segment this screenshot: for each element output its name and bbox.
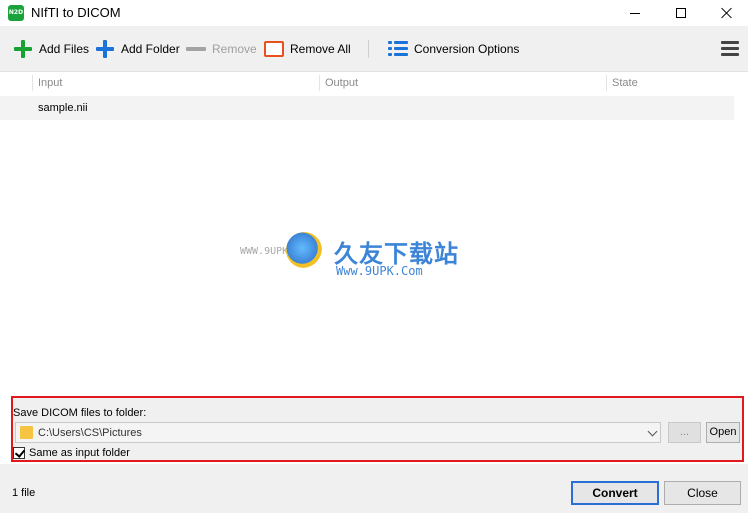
app-icon: N2D — [8, 5, 24, 21]
output-folder-panel: Save DICOM files to folder: C:\Users\CS\… — [11, 396, 744, 462]
add-files-button[interactable]: Add Files — [13, 39, 89, 59]
column-separator[interactable] — [32, 75, 33, 91]
remove-button[interactable]: Remove — [186, 39, 257, 59]
convert-button[interactable]: Convert — [571, 481, 659, 505]
output-folder-label: Save DICOM files to folder: — [13, 407, 147, 419]
close-window-button[interactable] — [704, 0, 748, 26]
clear-icon — [264, 41, 284, 57]
status-bar: 1 file Convert Close — [0, 464, 748, 513]
file-count: 1 file — [12, 487, 36, 499]
table-row[interactable]: sample.nii — [0, 96, 734, 120]
column-header-state[interactable]: State — [612, 77, 638, 89]
conversion-options-button[interactable]: Conversion Options — [388, 39, 519, 59]
menu-button[interactable] — [721, 41, 739, 57]
maximize-button[interactable] — [658, 0, 704, 26]
remove-all-label: Remove All — [290, 42, 351, 56]
same-as-input-checkbox[interactable] — [13, 447, 25, 459]
list-icon — [388, 41, 408, 57]
column-header-input[interactable]: Input — [38, 77, 62, 89]
plus-icon — [95, 39, 115, 59]
output-path-combo[interactable]: C:\Users\CS\Pictures — [15, 422, 661, 443]
minimize-icon — [630, 12, 640, 14]
close-icon — [721, 7, 733, 19]
open-folder-button[interactable]: Open — [706, 422, 740, 443]
add-files-label: Add Files — [39, 42, 90, 56]
close-button[interactable]: Close — [664, 481, 741, 505]
remove-all-button[interactable]: Remove All — [264, 39, 351, 59]
minimize-button[interactable] — [612, 0, 658, 26]
watermark-url: Www.9UPK.Com — [336, 264, 423, 278]
plus-icon — [13, 39, 33, 59]
conversion-options-label: Conversion Options — [414, 42, 520, 56]
same-as-input-label[interactable]: Same as input folder — [29, 447, 130, 459]
folder-icon — [20, 426, 33, 439]
toolbar: Add Files Add Folder Remove Remove All C… — [0, 26, 748, 72]
column-separator[interactable] — [319, 75, 320, 91]
maximize-icon — [676, 8, 686, 18]
title-bar: N2D NIfTI to DICOM — [0, 0, 748, 26]
add-folder-button[interactable]: Add Folder — [95, 39, 180, 59]
row-input: sample.nii — [38, 102, 88, 114]
file-list[interactable]: Input Output State sample.nii WWW.9UPK.C… — [0, 72, 748, 396]
remove-label: Remove — [212, 42, 257, 56]
column-header-output[interactable]: Output — [325, 77, 358, 89]
window-title: NIfTI to DICOM — [31, 5, 121, 20]
toolbar-separator — [368, 40, 369, 58]
minus-icon — [186, 47, 206, 51]
watermark-logo-icon — [286, 232, 322, 268]
chevron-down-icon[interactable] — [647, 426, 658, 437]
output-path-value: C:\Users\CS\Pictures — [38, 427, 142, 439]
browse-button[interactable]: ... — [668, 422, 701, 443]
watermark: WWW.9UPK.COM 久友下载站 Www.9UPK.Com — [240, 232, 500, 302]
add-folder-label: Add Folder — [121, 42, 180, 56]
column-separator[interactable] — [606, 75, 607, 91]
